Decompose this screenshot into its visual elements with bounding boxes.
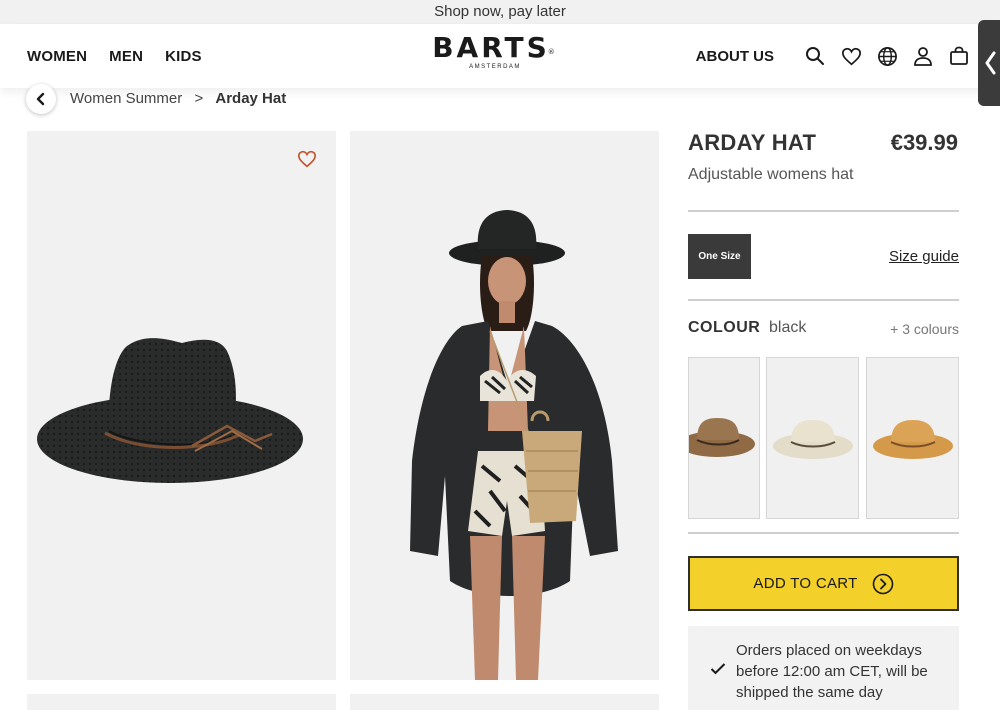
divider [688,532,959,534]
colour-swatch-brown[interactable] [688,357,760,519]
wishlist-heart-icon[interactable] [297,150,317,170]
promo-text: Shop now, pay later [434,3,566,20]
size-guide-link[interactable]: Size guide [889,248,959,265]
globe-icon[interactable] [876,45,898,67]
breadcrumb-current: Arday Hat [215,90,287,107]
chevron-left-icon [985,51,996,75]
product-image-hat[interactable] [27,131,336,680]
check-icon [710,663,726,675]
user-icon[interactable] [912,45,934,67]
back-button[interactable] [26,84,56,114]
search-icon[interactable] [804,45,826,67]
bag-icon[interactable] [948,45,970,67]
site-header: WOMEN MEN KIDS BARTS® AMSTERDAM ABOUT US [0,24,1000,88]
logo-text: BARTS [432,31,550,64]
colour-label: COLOUR [688,319,761,336]
product-image-model[interactable] [350,131,659,680]
breadcrumb: Women Summer > Arday Hat [70,90,286,107]
breadcrumb-parent[interactable]: Women Summer [70,90,182,107]
promo-bar: Shop now, pay later [0,0,1000,24]
colour-value: black [769,319,807,336]
size-option-one-size[interactable]: One Size [688,234,751,279]
chevron-left-icon [36,92,45,106]
divider [688,299,959,301]
divider [688,210,959,212]
product-price: €39.99 [890,130,958,155]
colour-swatch-cream[interactable] [766,357,859,519]
colour-swatch-tan[interactable] [866,357,959,519]
side-panel-toggle[interactable] [978,20,1000,106]
product-image-4[interactable] [350,694,659,710]
product-image-3[interactable] [27,694,336,710]
product-description: Adjustable womens hat [688,166,854,183]
header-actions: ABOUT US [696,24,970,88]
arrow-circle-right-icon [872,573,893,594]
more-colours-link[interactable]: + 3 colours [890,321,959,337]
add-to-cart-label: ADD TO CART [753,575,858,592]
shipping-text: Orders placed on weekdays before 12:00 a… [736,642,928,701]
shipping-info: Orders placed on weekdays before 12:00 a… [688,626,959,710]
heart-icon[interactable] [840,45,862,67]
about-us-link[interactable]: ABOUT US [696,48,774,65]
product-title: ARDAY HAT [688,130,817,155]
registered-mark: ® [547,48,558,56]
breadcrumb-separator: > [194,90,204,107]
add-to-cart-button[interactable]: ADD TO CART [688,556,959,611]
